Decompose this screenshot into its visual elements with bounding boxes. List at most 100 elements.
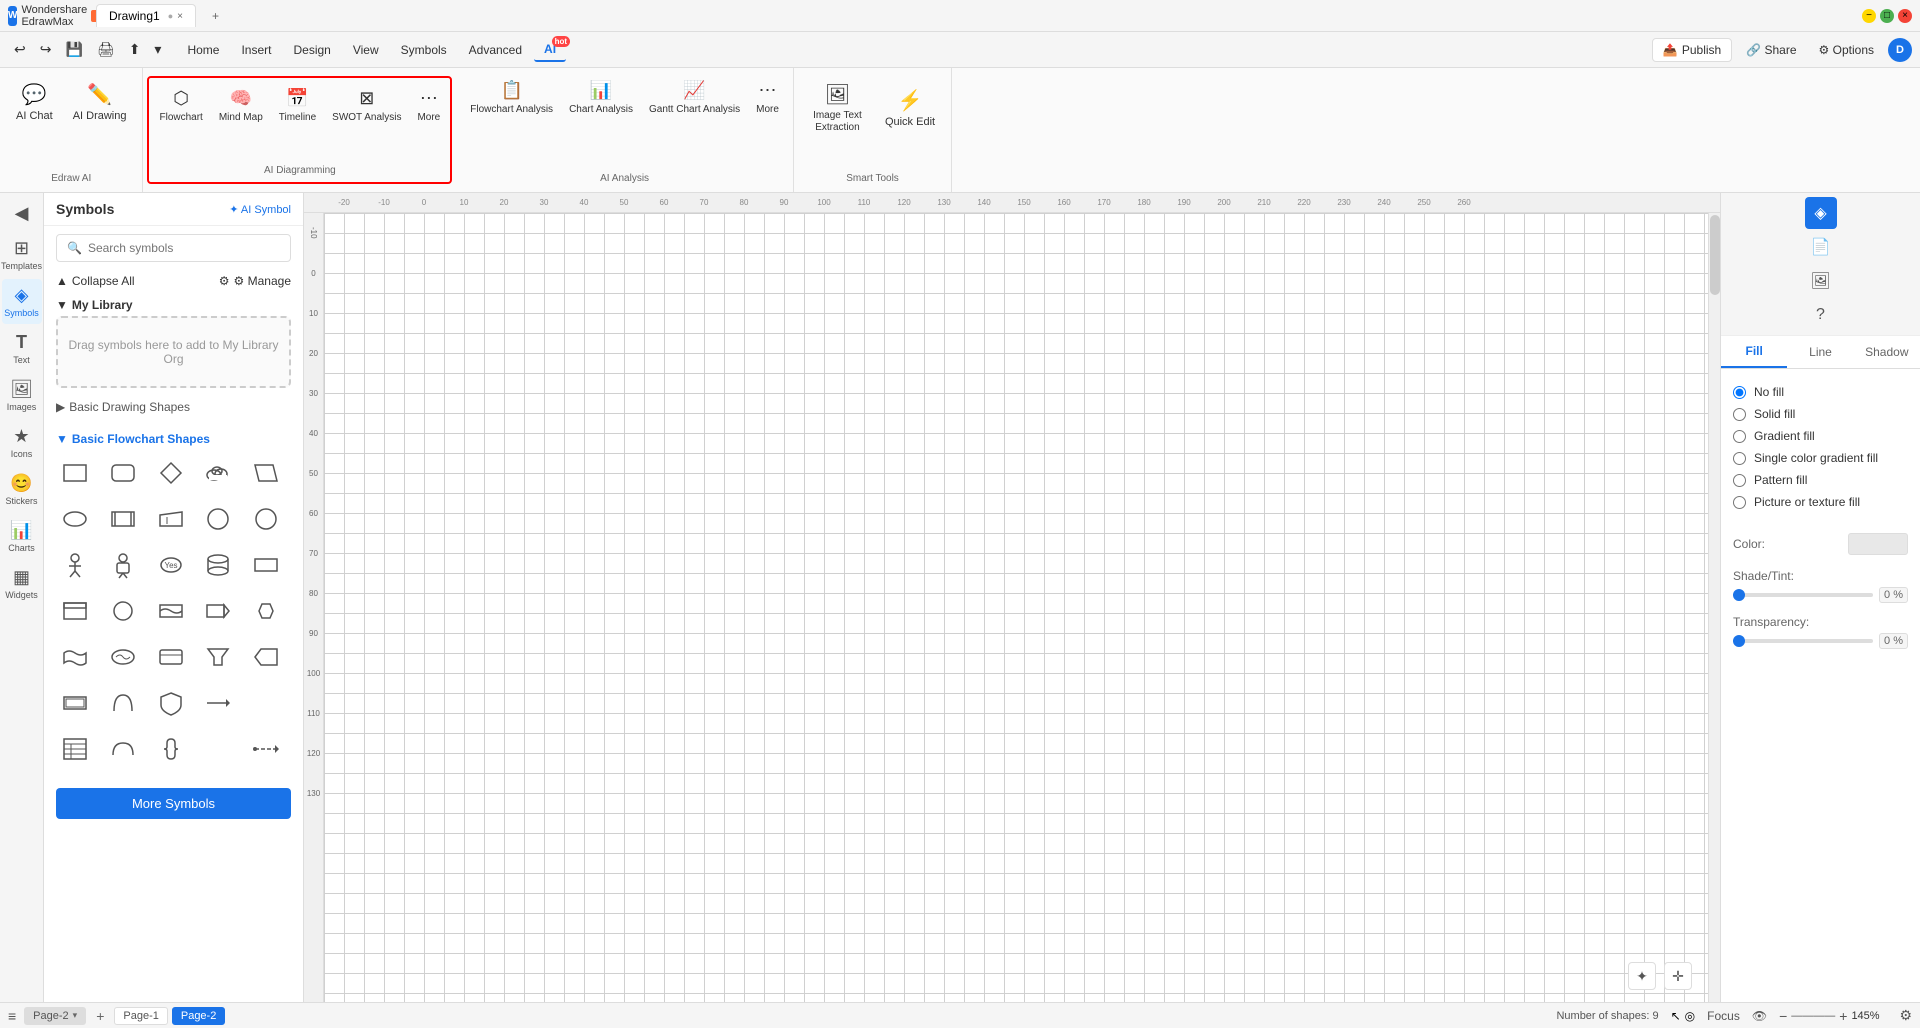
pattern-fill-radio[interactable] (1733, 474, 1746, 487)
more-diagramming-btn[interactable]: ⋯ More (411, 84, 446, 127)
shape-funnel[interactable] (199, 638, 237, 676)
page-tab-page2[interactable]: Page-2 ▾ (24, 1007, 86, 1025)
flowchart-analysis-btn[interactable]: 📋 Flowchart Analysis (464, 76, 559, 119)
ai-drawing-btn[interactable]: ✏️ AI Drawing (65, 76, 135, 128)
shape-double-rect[interactable] (56, 684, 94, 722)
shape-arc[interactable] (104, 684, 142, 722)
shape-drum[interactable] (199, 546, 237, 584)
settings-gear-btn[interactable]: ⚙ (1899, 1007, 1912, 1024)
no-fill-radio[interactable] (1733, 386, 1746, 399)
shape-proc-rect[interactable] (247, 546, 285, 584)
cursor-tool-btn[interactable]: ↖ (1671, 1009, 1681, 1023)
ai-symbol-btn[interactable]: ✦ AI Symbol (229, 203, 291, 216)
shape-subproc[interactable] (104, 500, 142, 538)
redo-btn[interactable]: ↪ (34, 37, 58, 62)
zoom-in-btn[interactable]: + (1839, 1008, 1847, 1024)
shape-diamond[interactable] (152, 454, 190, 492)
shape-connector[interactable] (247, 730, 285, 768)
quick-edit-btn[interactable]: ⚡ Quick Edit (877, 82, 943, 134)
minimize-btn[interactable]: − (1862, 9, 1876, 23)
sidebar-item-symbols[interactable]: ◈ Symbols (2, 279, 42, 324)
picture-fill-radio[interactable] (1733, 496, 1746, 509)
menu-advanced[interactable]: Advanced (459, 39, 532, 61)
shape-manual-input[interactable] (152, 500, 190, 538)
solid-fill-option[interactable]: Solid fill (1733, 403, 1908, 425)
drawing-canvas[interactable]: ✦ ✛ (324, 213, 1708, 1002)
single-gradient-radio[interactable] (1733, 452, 1746, 465)
shape-actor[interactable] (56, 546, 94, 584)
mind-map-btn[interactable]: 🧠 Mind Map (213, 84, 269, 127)
maximize-btn[interactable]: □ (1880, 9, 1894, 23)
shape-shield[interactable] (152, 684, 190, 722)
more-symbols-btn[interactable]: More Symbols (56, 788, 291, 819)
page-tab-page2-active[interactable]: Page-2 (172, 1007, 225, 1025)
file-tab[interactable]: Drawing1 ● × (96, 4, 196, 27)
shape-rectangle[interactable] (56, 454, 94, 492)
shape-cloud[interactable] (199, 454, 237, 492)
add-content-btn[interactable]: ✛ (1664, 962, 1692, 990)
page-settings-btn[interactable]: 📄 (1805, 231, 1837, 263)
undo-btn[interactable]: ↩ (8, 37, 32, 62)
transparency-slider[interactable] (1733, 639, 1873, 643)
scrollbar-thumb[interactable] (1710, 215, 1720, 295)
shape-circle[interactable] (247, 500, 285, 538)
shape-oval[interactable] (56, 500, 94, 538)
shape-yes[interactable]: Yes (152, 546, 190, 584)
add-page-btn[interactable]: + (90, 1006, 110, 1026)
menu-insert[interactable]: Insert (231, 39, 281, 61)
close-tab-btn[interactable]: × (177, 11, 183, 22)
image-text-extraction-btn[interactable]: 🖼 Image Text Extraction (802, 76, 873, 140)
sidebar-collapse-btn[interactable]: ◀ (2, 197, 42, 230)
single-gradient-option[interactable]: Single color gradient fill (1733, 447, 1908, 469)
sidebar-item-widgets[interactable]: ▦ Widgets (2, 561, 42, 606)
shape-message[interactable] (152, 638, 190, 676)
pattern-fill-option[interactable]: Pattern fill (1733, 469, 1908, 491)
more-analysis-btn[interactable]: ⋯ More (750, 76, 785, 119)
shape-wave2[interactable] (104, 638, 142, 676)
my-library-title[interactable]: ▼ My Library (56, 298, 291, 312)
shade-slider[interactable] (1733, 593, 1873, 597)
image-tool-btn[interactable]: 🖼 (1805, 265, 1837, 297)
save-btn[interactable]: 💾 (59, 37, 88, 62)
shape-actor2[interactable] (104, 546, 142, 584)
new-tab-btn[interactable]: + (204, 5, 227, 27)
gantt-analysis-btn[interactable]: 📈 Gantt Chart Analysis (643, 76, 746, 119)
share-btn[interactable]: 🔗 Share (1738, 39, 1804, 61)
tab-line[interactable]: Line (1787, 336, 1853, 368)
tab-fill[interactable]: Fill (1721, 336, 1787, 368)
user-avatar[interactable]: D (1888, 38, 1912, 62)
timeline-btn[interactable]: 📅 Timeline (273, 84, 322, 127)
collapse-all-btn[interactable]: ▲ Collapse All (56, 274, 135, 288)
vertical-scrollbar[interactable] (1708, 213, 1720, 1002)
shape-bracket[interactable] (199, 730, 237, 768)
menu-ai[interactable]: AI hot (534, 38, 566, 62)
export-btn[interactable]: ⬆ (123, 37, 147, 62)
menu-symbols[interactable]: Symbols (391, 39, 457, 61)
zoom-out-btn[interactable]: − (1779, 1008, 1787, 1024)
swot-analysis-btn[interactable]: ⊠ SWOT Analysis (326, 84, 407, 127)
print-btn[interactable]: 🖨 (91, 37, 121, 62)
ai-chat-btn[interactable]: 💬 AI Chat (8, 76, 61, 128)
tab-shadow[interactable]: Shadow (1854, 336, 1920, 368)
toggle-panel-btn[interactable]: ≡ (8, 1008, 16, 1024)
sidebar-item-templates[interactable]: ⊞ Templates (2, 232, 42, 277)
color-swatch[interactable] (1848, 533, 1908, 555)
shape-parallelogram[interactable] (247, 454, 285, 492)
help-btn[interactable]: ? (1805, 299, 1837, 331)
shape-curly-brace[interactable] (152, 730, 190, 768)
gradient-fill-option[interactable]: Gradient fill (1733, 425, 1908, 447)
shape-pentagon[interactable] (199, 592, 237, 630)
eye-icon-btn[interactable]: 👁 (1752, 1009, 1767, 1023)
gradient-fill-radio[interactable] (1733, 430, 1746, 443)
shape-step[interactable] (247, 638, 285, 676)
shape-arc2[interactable] (104, 730, 142, 768)
shape-framed-rect[interactable] (56, 592, 94, 630)
shape-wave[interactable] (56, 638, 94, 676)
sidebar-item-stickers[interactable]: 😊 Stickers (2, 467, 42, 512)
flowchart-btn[interactable]: ⬡ Flowchart (153, 84, 208, 127)
shape-grid-list[interactable] (56, 730, 94, 768)
shape-rounded-rect[interactable] (104, 454, 142, 492)
shape-tape[interactable] (152, 592, 190, 630)
picture-fill-option[interactable]: Picture or texture fill (1733, 491, 1908, 513)
menu-view[interactable]: View (343, 39, 389, 61)
